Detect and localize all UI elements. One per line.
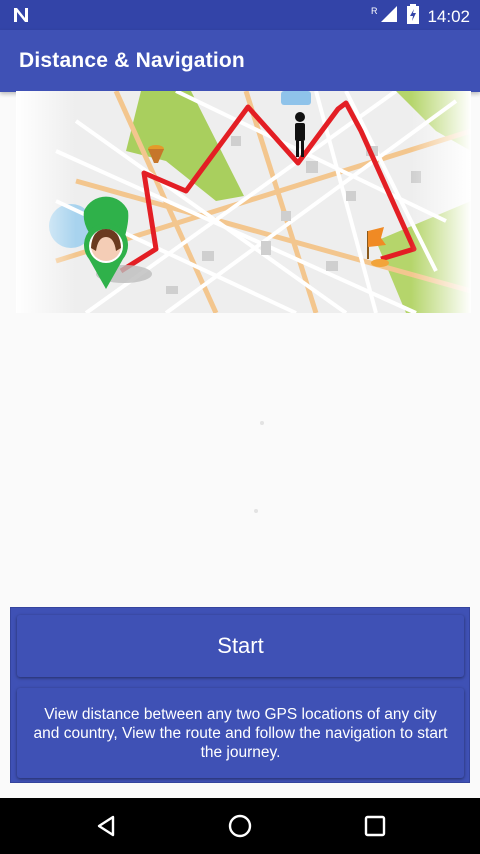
status-bar: R 14:02	[0, 0, 480, 30]
start-button[interactable]: Start	[17, 615, 464, 677]
action-panel: Start View distance between any two GPS …	[10, 607, 470, 783]
recents-icon[interactable]	[361, 812, 389, 840]
description-card[interactable]: View distance between any two GPS locati…	[17, 688, 464, 778]
background-speck	[260, 421, 264, 425]
app-bar: Distance & Navigation	[0, 30, 480, 92]
notification-n-icon	[12, 6, 30, 29]
roaming-indicator: R	[370, 5, 378, 16]
home-icon[interactable]	[226, 812, 254, 840]
status-time: 14:02	[427, 6, 470, 26]
description-text: View distance between any two GPS locati…	[33, 706, 448, 761]
system-nav-bar	[0, 798, 480, 854]
page-title: Distance & Navigation	[19, 49, 245, 72]
back-icon[interactable]	[92, 812, 120, 840]
background-speck	[254, 509, 258, 513]
battery-icon	[407, 4, 420, 29]
signal-icon	[379, 4, 399, 29]
route-map-illustration	[16, 91, 471, 313]
